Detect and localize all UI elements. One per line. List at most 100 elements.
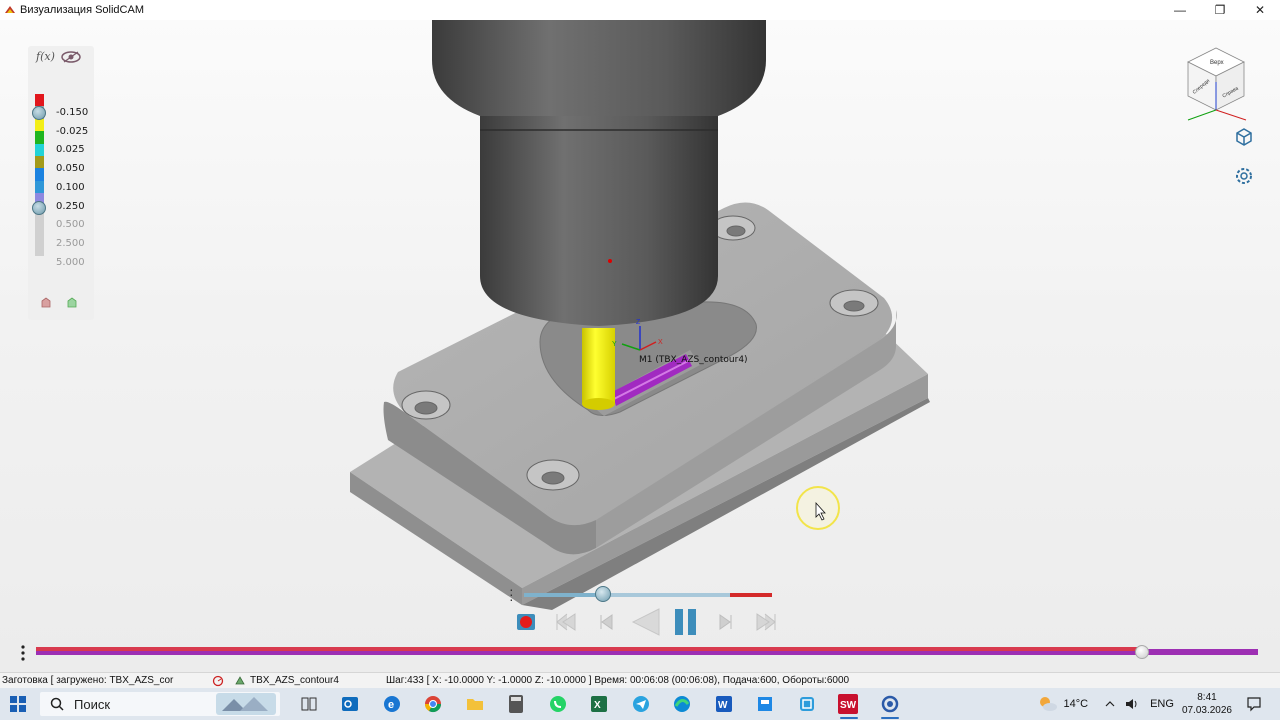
view-cube[interactable]: Верх Спереди Справа xyxy=(1176,44,1256,124)
legend-color-swatch xyxy=(35,242,44,256)
system-tray: 14°C ENG 8:41 07.03.2026 xyxy=(1038,688,1280,720)
simulation-speed-slider[interactable] xyxy=(524,592,772,598)
clock-time: 8:41 xyxy=(1197,692,1217,703)
svg-text:e: e xyxy=(388,699,394,711)
search-highlight-image-icon xyxy=(216,693,276,715)
svg-text:W: W xyxy=(718,700,728,711)
weather-icon[interactable] xyxy=(1038,695,1058,713)
skip-to-end-button[interactable] xyxy=(746,606,786,638)
clock-date: 07.03.2026 xyxy=(1181,705,1232,716)
title-bar: Визуализация SolidCAM — ❐ ✕ xyxy=(0,0,1280,20)
word-icon[interactable]: W xyxy=(703,688,745,720)
legend-lower-slider-knob[interactable] xyxy=(32,201,46,215)
legend-color-swatch xyxy=(35,131,44,145)
play-reverse-button[interactable] xyxy=(626,606,666,638)
3d-box-icon[interactable] xyxy=(1233,126,1255,148)
chevron-up-icon[interactable] xyxy=(1104,698,1116,710)
svg-text:SW: SW xyxy=(840,700,857,711)
legend-value-label: 2.500 xyxy=(56,237,85,249)
restore-button[interactable]: ❐ xyxy=(1200,0,1240,20)
window-title: Визуализация SolidCAM xyxy=(20,4,144,16)
cube-top-label: Верх xyxy=(1210,60,1224,66)
notifications-icon[interactable] xyxy=(1246,696,1262,712)
volume-icon[interactable] xyxy=(1124,697,1140,711)
legend-value-label: -0.150 xyxy=(56,107,89,118)
refresh-icon[interactable] xyxy=(212,675,224,687)
simulation-progress-bar[interactable] xyxy=(36,646,1258,656)
record-button[interactable] xyxy=(506,606,546,638)
search-placeholder: Поиск xyxy=(74,696,111,712)
step-forward-button[interactable] xyxy=(706,606,746,638)
function-icon[interactable]: f(x) xyxy=(36,50,55,63)
spindle-upper xyxy=(432,20,766,116)
playback-controls xyxy=(506,606,786,638)
skip-to-start-button[interactable] xyxy=(546,606,586,638)
export-left-icon[interactable] xyxy=(40,297,52,309)
axis-z-label: Z xyxy=(636,319,641,326)
whatsapp-icon[interactable] xyxy=(537,688,579,720)
file-explorer-icon[interactable] xyxy=(454,688,496,720)
notes-app-icon[interactable] xyxy=(745,688,787,720)
sim-menu-dots-icon[interactable]: · · · xyxy=(509,582,514,606)
spindle-lower xyxy=(480,116,718,276)
legend-value-label: 5.000 xyxy=(56,256,85,268)
status-bar: Заготовка [ загружено: TBX_AZS_cor TBX_A… xyxy=(0,672,1280,688)
chrome-icon[interactable] xyxy=(413,688,455,720)
export-right-icon[interactable] xyxy=(66,297,78,309)
operation-icon xyxy=(235,675,245,684)
main-menu-dots-icon[interactable] xyxy=(20,644,26,662)
legend-value-label: 0.050 xyxy=(56,163,85,175)
legend-color-swatch xyxy=(35,156,44,169)
solidcam-app-icon xyxy=(5,6,15,13)
visibility-icon[interactable] xyxy=(61,50,81,63)
legend-value-label: 0.025 xyxy=(56,144,85,156)
solidcam-taskbar-icon[interactable] xyxy=(869,688,911,720)
solidworks-icon[interactable]: SW xyxy=(828,688,870,720)
operation-status: TBX_AZS_contour4 xyxy=(250,675,339,686)
taskbar-search-box[interactable]: Поиск xyxy=(40,692,280,716)
clock[interactable]: 8:41 07.03.2026 xyxy=(1182,691,1232,717)
step-status: Шаг:433 [ X: -10.0000 Y: -1.0000 Z: -10.… xyxy=(386,675,850,686)
weather-temp[interactable]: 14°C xyxy=(1064,698,1089,710)
legend-value-label: -0.025 xyxy=(56,125,89,137)
operation-label: M1 (TBX_AZS_contour4) xyxy=(639,355,748,365)
legend-color-swatch xyxy=(35,168,44,182)
minimize-button[interactable]: — xyxy=(1160,0,1200,20)
legend-color-swatch xyxy=(35,180,44,194)
machining-scene: Z Y X M1 (TBX_AZS_contour4) xyxy=(350,20,930,610)
legend-color-swatch xyxy=(35,218,44,231)
legend-value-label: 0.100 xyxy=(56,181,85,193)
legend-color-swatch xyxy=(35,143,44,157)
legend-color-swatch xyxy=(35,118,44,132)
settings-gear-icon[interactable] xyxy=(1233,165,1255,187)
axis-x-label: X xyxy=(658,339,663,346)
start-button[interactable] xyxy=(0,688,36,720)
legend-value-label: 0.250 xyxy=(56,200,85,212)
excel-icon[interactable]: X xyxy=(579,688,621,720)
windows-logo-icon xyxy=(10,696,26,712)
language-indicator[interactable]: ENG xyxy=(1150,698,1174,710)
legend-upper-slider-knob[interactable] xyxy=(32,106,46,120)
task-view-icon[interactable] xyxy=(288,688,330,720)
svg-text:X: X xyxy=(594,700,601,711)
simulation-viewport[interactable]: Z Y X M1 (TBX_AZS_contour4) f(x) -0.150 -… xyxy=(0,20,1280,672)
axis-y-label: Y xyxy=(612,341,617,348)
legend-color-swatch xyxy=(35,94,44,107)
search-icon xyxy=(50,697,64,711)
close-button[interactable]: ✕ xyxy=(1240,0,1280,20)
edge-icon[interactable] xyxy=(662,688,704,720)
cutting-tool xyxy=(582,328,615,404)
pause-button[interactable] xyxy=(666,606,706,638)
snipping-tool-icon[interactable] xyxy=(786,688,828,720)
stock-status: Заготовка [ загружено: TBX_AZS_cor xyxy=(2,675,174,686)
deviation-color-legend: f(x) -0.150 -0.025 0.025 0.050 0.100 0.250 0.5… xyxy=(28,46,94,320)
telegram-icon[interactable] xyxy=(620,688,662,720)
progress-knob[interactable] xyxy=(1134,645,1149,659)
legend-color-swatch xyxy=(35,230,44,244)
calculator-icon[interactable] xyxy=(496,688,538,720)
outlook-icon[interactable] xyxy=(330,688,372,720)
legend-value-label: 0.500 xyxy=(56,219,85,231)
windows-taskbar: Поиск e X W SW 14°C ENG 8:41 07.03.2026 xyxy=(0,688,1280,720)
step-back-button[interactable] xyxy=(586,606,626,638)
edge-legacy-icon[interactable]: e xyxy=(371,688,413,720)
